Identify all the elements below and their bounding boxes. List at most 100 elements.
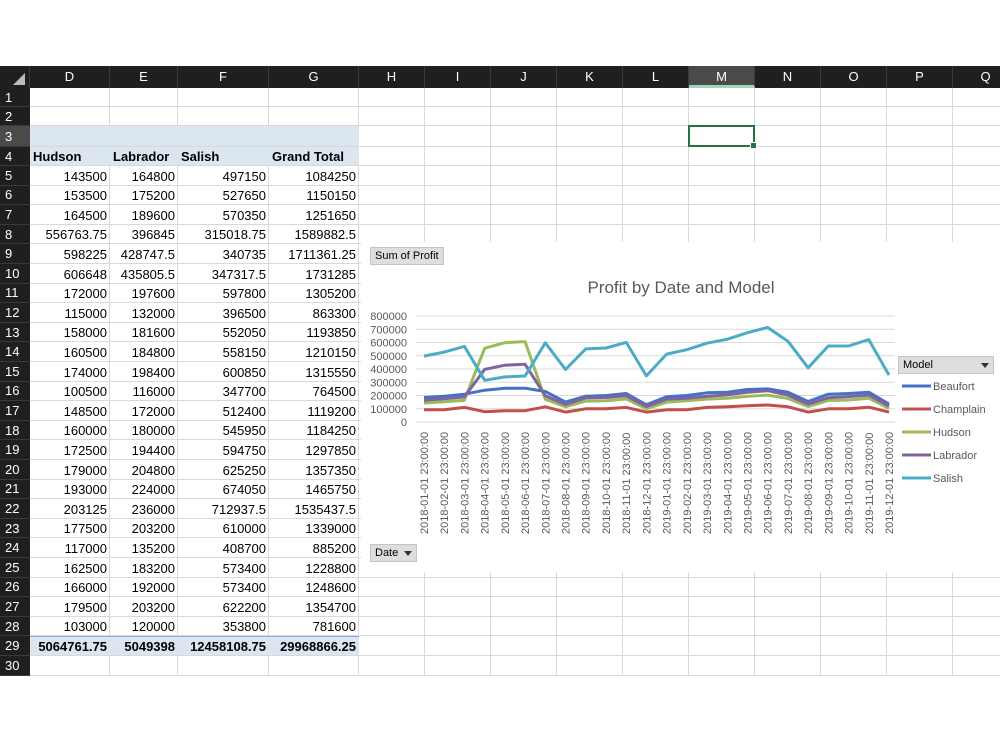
column-header-p[interactable]: P xyxy=(887,66,953,88)
pivot-value-cell[interactable]: 1589882.5 xyxy=(269,225,359,244)
row-header-9[interactable]: 9 xyxy=(0,244,30,264)
grand-total-cell[interactable]: 5049398 xyxy=(110,636,178,655)
pivot-value-cell[interactable]: 1357350 xyxy=(269,460,359,479)
pivot-value-cell[interactable]: 180000 xyxy=(110,421,178,440)
pivot-value-cell[interactable]: 594750 xyxy=(178,440,269,459)
pivot-value-cell[interactable]: 712937.5 xyxy=(178,499,269,518)
pivot-value-cell[interactable]: 597800 xyxy=(178,284,269,303)
pivot-chart[interactable]: Sum of Profit Date Model Profit by Date … xyxy=(361,242,1000,572)
pivot-value-cell[interactable]: 347700 xyxy=(178,382,269,401)
pivot-value-cell[interactable]: 160500 xyxy=(30,342,110,361)
grand-total-cell[interactable]: 12458108.75 xyxy=(178,636,269,655)
column-header-k[interactable]: K xyxy=(557,66,623,88)
column-header-n[interactable]: N xyxy=(755,66,821,88)
row-header-30[interactable]: 30 xyxy=(0,656,30,676)
pivot-value-cell[interactable]: 179000 xyxy=(30,460,110,479)
row-header-29[interactable]: 29 xyxy=(0,636,30,656)
column-header-g[interactable]: G xyxy=(269,66,359,88)
pivot-value-cell[interactable]: 117000 xyxy=(30,538,110,557)
row-header-13[interactable]: 13 xyxy=(0,323,30,343)
legend-label[interactable]: Champlain xyxy=(933,404,986,416)
pivot-value-cell[interactable]: 103000 xyxy=(30,617,110,636)
pivot-value-cell[interactable]: 396500 xyxy=(178,303,269,322)
pivot-value-cell[interactable]: 315018.75 xyxy=(178,225,269,244)
pivot-value-cell[interactable]: 497150 xyxy=(178,166,269,185)
row-header-27[interactable]: 27 xyxy=(0,597,30,617)
pivot-value-cell[interactable]: 1210150 xyxy=(269,342,359,361)
pivot-value-cell[interactable]: 558150 xyxy=(178,342,269,361)
pivot-value-cell[interactable]: 1354700 xyxy=(269,597,359,616)
pivot-value-cell[interactable]: 1251650 xyxy=(269,205,359,224)
grand-total-cell[interactable]: 5064761.75 xyxy=(30,636,110,655)
pivot-value-cell[interactable]: 1305200 xyxy=(269,284,359,303)
column-header-j[interactable]: J xyxy=(491,66,557,88)
row-header-2[interactable]: 2 xyxy=(0,107,30,126)
grand-total-cell[interactable]: 29968866.25 xyxy=(269,636,359,655)
pivot-value-cell[interactable]: 552050 xyxy=(178,323,269,342)
pivot-value-cell[interactable]: 172000 xyxy=(30,284,110,303)
pivot-value-cell[interactable]: 1465750 xyxy=(269,480,359,499)
pivot-value-cell[interactable]: 203200 xyxy=(110,597,178,616)
column-header-m[interactable]: M xyxy=(689,66,755,88)
row-header-12[interactable]: 12 xyxy=(0,303,30,323)
pivot-column-header[interactable]: Labrador xyxy=(110,147,178,165)
row-header-16[interactable]: 16 xyxy=(0,382,30,402)
pivot-value-cell[interactable]: 1150150 xyxy=(269,186,359,205)
pivot-value-cell[interactable]: 1315550 xyxy=(269,362,359,381)
row-header-14[interactable]: 14 xyxy=(0,342,30,362)
row-header-17[interactable]: 17 xyxy=(0,401,30,421)
row-header-10[interactable]: 10 xyxy=(0,264,30,284)
pivot-value-cell[interactable]: 1731285 xyxy=(269,264,359,283)
pivot-value-cell[interactable]: 1535437.5 xyxy=(269,499,359,518)
pivot-value-cell[interactable]: 1193850 xyxy=(269,323,359,342)
pivot-value-cell[interactable]: 179500 xyxy=(30,597,110,616)
pivot-value-cell[interactable]: 166000 xyxy=(30,578,110,597)
pivot-value-cell[interactable]: 135200 xyxy=(110,538,178,557)
row-header-18[interactable]: 18 xyxy=(0,421,30,441)
row-header-21[interactable]: 21 xyxy=(0,480,30,500)
row-header-3[interactable]: 3 xyxy=(0,126,30,147)
column-header-d[interactable]: D xyxy=(30,66,110,88)
pivot-value-cell[interactable]: 203125 xyxy=(30,499,110,518)
pivot-value-cell[interactable]: 570350 xyxy=(178,205,269,224)
row-header-23[interactable]: 23 xyxy=(0,519,30,539)
pivot-value-cell[interactable]: 347317.5 xyxy=(178,264,269,283)
pivot-value-cell[interactable]: 236000 xyxy=(110,499,178,518)
column-header-h[interactable]: H xyxy=(359,66,425,88)
pivot-column-header[interactable]: Grand Total xyxy=(269,147,359,165)
legend-label[interactable]: Beaufort xyxy=(933,381,975,393)
pivot-value-cell[interactable]: 100500 xyxy=(30,382,110,401)
column-header-l[interactable]: L xyxy=(623,66,689,88)
pivot-value-cell[interactable]: 194400 xyxy=(110,440,178,459)
pivot-value-cell[interactable]: 1228800 xyxy=(269,558,359,577)
pivot-value-cell[interactable]: 610000 xyxy=(178,519,269,538)
fill-handle[interactable] xyxy=(750,142,757,149)
row-header-11[interactable]: 11 xyxy=(0,284,30,304)
pivot-value-cell[interactable]: 203200 xyxy=(110,519,178,538)
pivot-value-cell[interactable]: 193000 xyxy=(30,480,110,499)
pivot-value-cell[interactable]: 174000 xyxy=(30,362,110,381)
column-header-o[interactable]: O xyxy=(821,66,887,88)
pivot-value-cell[interactable]: 177500 xyxy=(30,519,110,538)
row-header-4[interactable]: 4 xyxy=(0,147,30,166)
pivot-value-cell[interactable]: 527650 xyxy=(178,186,269,205)
pivot-value-cell[interactable]: 340735 xyxy=(178,244,269,263)
pivot-value-cell[interactable]: 512400 xyxy=(178,401,269,420)
pivot-value-cell[interactable]: 1339000 xyxy=(269,519,359,538)
pivot-value-cell[interactable]: 160000 xyxy=(30,421,110,440)
pivot-value-cell[interactable]: 184800 xyxy=(110,342,178,361)
pivot-value-cell[interactable]: 204800 xyxy=(110,460,178,479)
pivot-value-cell[interactable]: 181600 xyxy=(110,323,178,342)
pivot-value-cell[interactable]: 606648 xyxy=(30,264,110,283)
pivot-column-header[interactable]: Salish xyxy=(178,147,269,165)
legend-label[interactable]: Hudson xyxy=(933,427,971,439)
pivot-value-cell[interactable]: 120000 xyxy=(110,617,178,636)
pivot-value-cell[interactable]: 183200 xyxy=(110,558,178,577)
row-header-24[interactable]: 24 xyxy=(0,538,30,558)
pivot-value-cell[interactable]: 764500 xyxy=(269,382,359,401)
pivot-value-cell[interactable]: 863300 xyxy=(269,303,359,322)
row-header-19[interactable]: 19 xyxy=(0,440,30,460)
row-header-20[interactable]: 20 xyxy=(0,460,30,480)
pivot-value-cell[interactable]: 192000 xyxy=(110,578,178,597)
row-header-15[interactable]: 15 xyxy=(0,362,30,382)
